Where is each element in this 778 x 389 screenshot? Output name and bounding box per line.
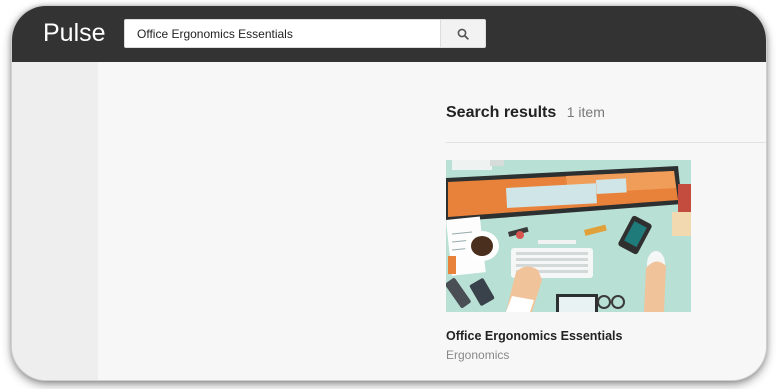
result-category: Ergonomics	[446, 348, 510, 362]
result-card[interactable]: Office Ergonomics Essentials Ergonomics	[446, 160, 691, 362]
search-button[interactable]	[440, 19, 486, 48]
app-logo[interactable]: Pulse	[43, 16, 106, 50]
results-title: Search results	[446, 104, 557, 121]
top-bar: Pulse	[12, 6, 766, 62]
results-count: 1 item	[566, 104, 605, 120]
main-content: Search results 1 item Office Ergonomics …	[98, 62, 766, 380]
result-title[interactable]: Office Ergonomics Essentials	[446, 329, 691, 343]
left-panel	[12, 62, 98, 380]
course-thumbnail[interactable]	[446, 160, 691, 312]
search-input[interactable]	[124, 19, 440, 48]
results-header: Search results 1 item	[446, 104, 605, 122]
app-window: Pulse Search results 1 item	[12, 6, 766, 380]
results-divider	[446, 142, 766, 143]
search-icon	[457, 28, 469, 40]
